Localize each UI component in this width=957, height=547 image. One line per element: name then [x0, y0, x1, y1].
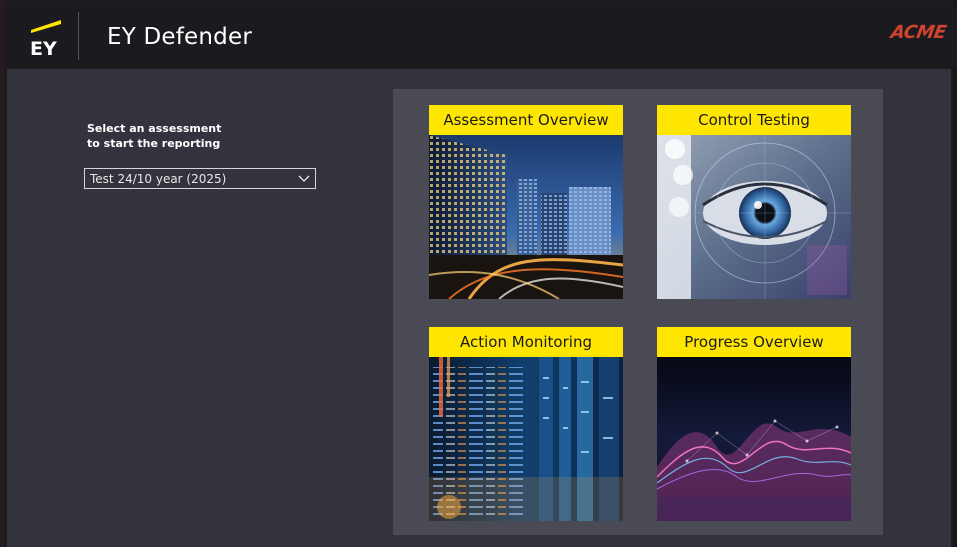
eye-scan-image	[657, 135, 851, 299]
ey-logo: EY	[30, 20, 61, 60]
app-frame: EY EY Defender ACME Select an assessment…	[0, 0, 957, 547]
tile-label: Progress Overview	[657, 327, 851, 357]
svg-text:EY: EY	[30, 38, 57, 60]
tile-label: Control Testing	[657, 105, 851, 135]
assessment-select-label: Select an assessment to start the report…	[87, 121, 267, 151]
select-label-line2: to start the reporting	[87, 137, 221, 150]
code-server-image	[429, 357, 623, 521]
tile-action-monitoring[interactable]: Action Monitoring	[429, 327, 623, 521]
acme-logo: ACME	[889, 22, 948, 43]
assessment-dropdown-value: Test 24/10 year (2025)	[90, 172, 227, 186]
tile-control-testing[interactable]: Control Testing	[657, 105, 851, 299]
main-content: Select an assessment to start the report…	[7, 69, 951, 547]
chevron-down-icon	[298, 175, 310, 182]
skyscrapers-night-image	[429, 135, 623, 299]
select-label-line1: Select an assessment	[87, 122, 222, 135]
tile-label: Action Monitoring	[429, 327, 623, 357]
assessment-dropdown[interactable]: Test 24/10 year (2025)	[84, 168, 316, 189]
tile-progress-overview[interactable]: Progress Overview	[657, 327, 851, 521]
tile-label: Assessment Overview	[429, 105, 623, 135]
app-title: EY Defender	[107, 24, 252, 50]
data-waves-image	[657, 357, 851, 521]
tile-assessment-overview[interactable]: Assessment Overview	[429, 105, 623, 299]
app-header: EY EY Defender ACME	[7, 6, 957, 69]
report-tiles-panel: Assessment Overview Control Testing Acti…	[393, 89, 883, 535]
header-divider	[78, 12, 79, 60]
